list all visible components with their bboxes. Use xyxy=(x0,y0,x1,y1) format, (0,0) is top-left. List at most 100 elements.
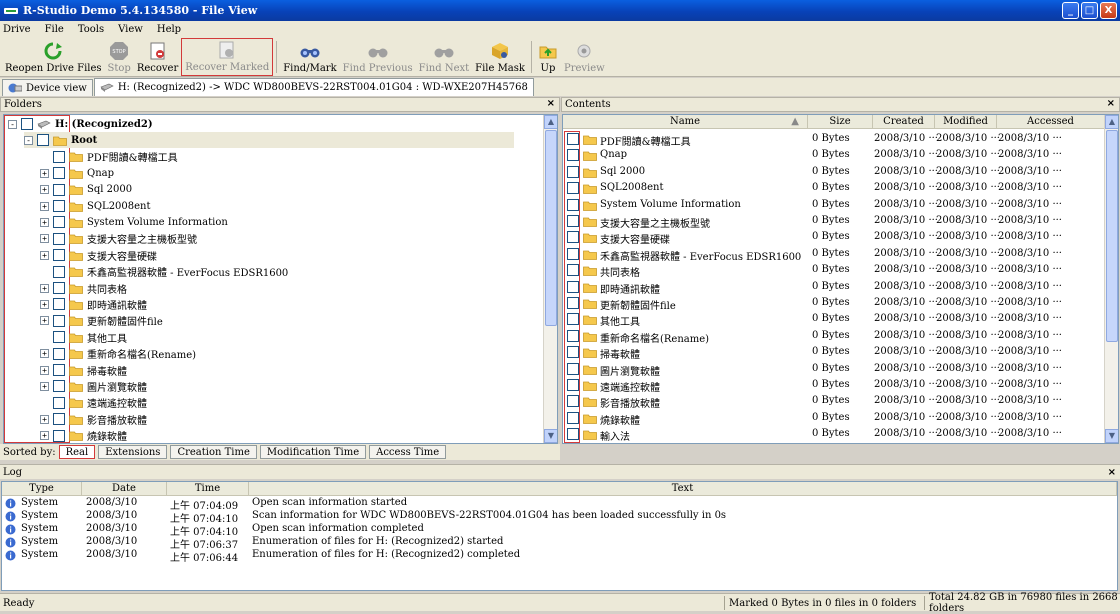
tree-node[interactable]: + 掃毒軟體 xyxy=(40,362,127,378)
scroll-thumb[interactable] xyxy=(1106,130,1118,342)
mark-checkbox[interactable] xyxy=(53,232,65,245)
log-column-time[interactable]: Time xyxy=(167,482,249,496)
minimize-button[interactable]: _ xyxy=(1062,2,1079,19)
tree-node[interactable]: - H: (Recognized2) xyxy=(8,116,153,132)
expand-icon[interactable]: + xyxy=(40,283,49,293)
recover-button[interactable]: Recover xyxy=(134,38,181,76)
menu-view[interactable]: View xyxy=(118,24,143,35)
mark-checkbox[interactable] xyxy=(567,264,579,277)
list-item[interactable]: SQL2008ent 0 Bytes 2008/3/10 ··· 2008/3/10 … xyxy=(563,180,1103,196)
tree-node[interactable]: + 即時通訊軟體 xyxy=(40,296,147,312)
tree-node[interactable]: 禾鑫高監視器軟體 - EverFocus EDSR1600 xyxy=(40,264,288,280)
recover-marked-button[interactable]: Recover Marked xyxy=(181,38,274,76)
log-column-text[interactable]: Text xyxy=(249,482,1117,496)
tree-node[interactable]: + SQL2008ent xyxy=(40,198,151,214)
reopen-drive-files-button[interactable]: Reopen Drive Files xyxy=(2,38,105,76)
find-next-button[interactable]: Find Next xyxy=(416,38,472,76)
contents-panel-close-icon[interactable]: × xyxy=(1107,98,1115,109)
list-item[interactable]: 更新韌體固件file 0 Bytes 2008/3/10 ··· 2008/3/10 … xyxy=(563,295,1103,312)
list-item[interactable]: PDF閱讀&轉檔工具 0 Bytes 2008/3/10 ··· 2008/3/10 … xyxy=(563,131,1103,148)
collapse-icon[interactable]: - xyxy=(24,135,33,145)
tree-node[interactable]: - Root xyxy=(24,132,514,149)
list-item[interactable]: 支援大容量硬碟 0 Bytes 2008/3/10 ··· 2008/3/10 ···… xyxy=(563,229,1103,246)
stop-button[interactable]: STOP Stop xyxy=(105,38,134,76)
close-button[interactable]: X xyxy=(1100,2,1117,19)
log-row[interactable]: System 2008/3/10 上午 07:06:37 Enumeration of… xyxy=(2,536,1117,551)
tree-node[interactable]: + 支援大容量之主機板型號 xyxy=(40,231,197,247)
log-column-date[interactable]: Date xyxy=(82,482,167,496)
log-column-type[interactable]: Type xyxy=(2,482,82,496)
tree-node[interactable]: + 燒錄軟體 xyxy=(40,428,127,443)
log-panel-close-icon[interactable]: × xyxy=(1108,467,1116,478)
list-item[interactable]: 共同表格 0 Bytes 2008/3/10 ··· 2008/3/10 ··· 200… xyxy=(563,262,1103,279)
list-item[interactable]: Qnap 0 Bytes 2008/3/10 ··· 2008/3/10 ··· 200… xyxy=(563,147,1103,163)
log-row[interactable]: System 2008/3/10 上午 07:06:44 Enumeration of… xyxy=(2,549,1117,564)
tree-node[interactable]: + 重新命名檔名(Rename) xyxy=(40,346,196,362)
tree-node[interactable]: + 共同表格 xyxy=(40,280,127,296)
sort-tab-extensions[interactable]: Extensions xyxy=(98,445,168,459)
up-button[interactable]: Up xyxy=(535,38,561,76)
column-header-modified[interactable]: Modified xyxy=(935,115,997,129)
list-item[interactable]: 圖片瀏覽軟體 0 Bytes 2008/3/10 ··· 2008/3/10 ··· 2… xyxy=(563,361,1103,378)
mark-checkbox[interactable] xyxy=(567,395,579,408)
mark-checkbox[interactable] xyxy=(567,231,579,244)
mark-checkbox[interactable] xyxy=(567,165,579,178)
expand-icon[interactable]: + xyxy=(40,168,49,178)
column-header-name[interactable]: Name ▲ xyxy=(563,115,808,129)
mark-checkbox[interactable] xyxy=(53,314,65,327)
expand-icon[interactable]: + xyxy=(40,299,49,309)
mark-checkbox[interactable] xyxy=(567,346,579,359)
preview-button[interactable]: Preview xyxy=(561,38,608,76)
mark-checkbox[interactable] xyxy=(53,183,65,196)
mark-checkbox[interactable] xyxy=(567,428,579,441)
expand-icon[interactable]: + xyxy=(40,234,49,244)
mark-checkbox[interactable] xyxy=(53,249,65,262)
mark-checkbox[interactable] xyxy=(567,247,579,260)
column-header-size[interactable]: Size xyxy=(808,115,873,129)
list-item[interactable]: 禾鑫高監視器軟體 - EverFocus EDSR1600 0 Bytes 2008… xyxy=(563,246,1103,263)
mark-checkbox[interactable] xyxy=(53,380,65,393)
file-mask-button[interactable]: File Mask xyxy=(472,38,528,76)
tree-node[interactable]: + Sql 2000 xyxy=(40,182,132,198)
tree-node[interactable]: 遠端遙控軟體 xyxy=(40,395,147,411)
mark-checkbox[interactable] xyxy=(53,216,65,229)
expand-icon[interactable]: + xyxy=(40,201,49,211)
mark-checkbox[interactable] xyxy=(53,429,65,442)
tree-node[interactable]: + Qnap xyxy=(40,165,114,181)
menu-file[interactable]: File xyxy=(45,24,64,35)
mark-checkbox[interactable] xyxy=(53,282,65,294)
mark-checkbox[interactable] xyxy=(53,364,65,376)
list-item[interactable]: 其他工具 0 Bytes 2008/3/10 ··· 2008/3/10 ··· 200… xyxy=(563,311,1103,328)
list-item[interactable]: 重新命名檔名(Rename) 0 Bytes 2008/3/10 ··· 2008/3… xyxy=(563,328,1103,345)
mark-checkbox[interactable] xyxy=(53,265,65,278)
mark-checkbox[interactable] xyxy=(567,280,579,293)
mark-checkbox[interactable] xyxy=(21,118,33,130)
menu-tools[interactable]: Tools xyxy=(78,24,104,35)
tree-node[interactable]: + 支援大容量硬碟 xyxy=(40,247,157,263)
scroll-thumb[interactable] xyxy=(545,130,557,326)
mark-checkbox[interactable] xyxy=(567,297,579,309)
mark-checkbox[interactable] xyxy=(53,347,65,360)
menu-drive[interactable]: Drive xyxy=(3,24,31,35)
mark-checkbox[interactable] xyxy=(53,167,65,180)
list-item[interactable]: 燒錄軟體 0 Bytes 2008/3/10 ··· 2008/3/10 ··· 200… xyxy=(563,410,1103,427)
log-row[interactable]: System 2008/3/10 上午 07:04:09 Open scan info… xyxy=(2,497,1117,512)
sort-tab-modification-time[interactable]: Modification Time xyxy=(259,445,367,459)
mark-checkbox[interactable] xyxy=(53,200,65,212)
mark-checkbox[interactable] xyxy=(53,396,65,409)
tab-device-view[interactable]: Device view xyxy=(2,79,93,96)
maximize-button[interactable]: □ xyxy=(1081,2,1098,19)
tree-node[interactable]: + 影音播放軟體 xyxy=(40,411,147,427)
list-item[interactable]: Sql 2000 0 Bytes 2008/3/10 ··· 2008/3/10 ··… xyxy=(563,164,1103,180)
mark-checkbox[interactable] xyxy=(567,313,579,326)
scroll-up-button[interactable]: ▲ xyxy=(1105,115,1118,129)
list-item[interactable]: System Volume Information 0 Bytes 2008/3/1… xyxy=(563,197,1103,213)
expand-icon[interactable]: + xyxy=(40,431,49,441)
tree-node[interactable]: + 更新韌體固件file xyxy=(40,313,163,329)
mark-checkbox[interactable] xyxy=(567,329,579,342)
expand-icon[interactable]: + xyxy=(40,414,49,424)
expand-icon[interactable]: + xyxy=(40,217,49,227)
list-item[interactable]: 遠端遙控軟體 0 Bytes 2008/3/10 ··· 2008/3/10 ··· 2… xyxy=(563,377,1103,394)
mark-checkbox[interactable] xyxy=(567,149,579,162)
folders-panel-close-icon[interactable]: × xyxy=(547,98,555,109)
